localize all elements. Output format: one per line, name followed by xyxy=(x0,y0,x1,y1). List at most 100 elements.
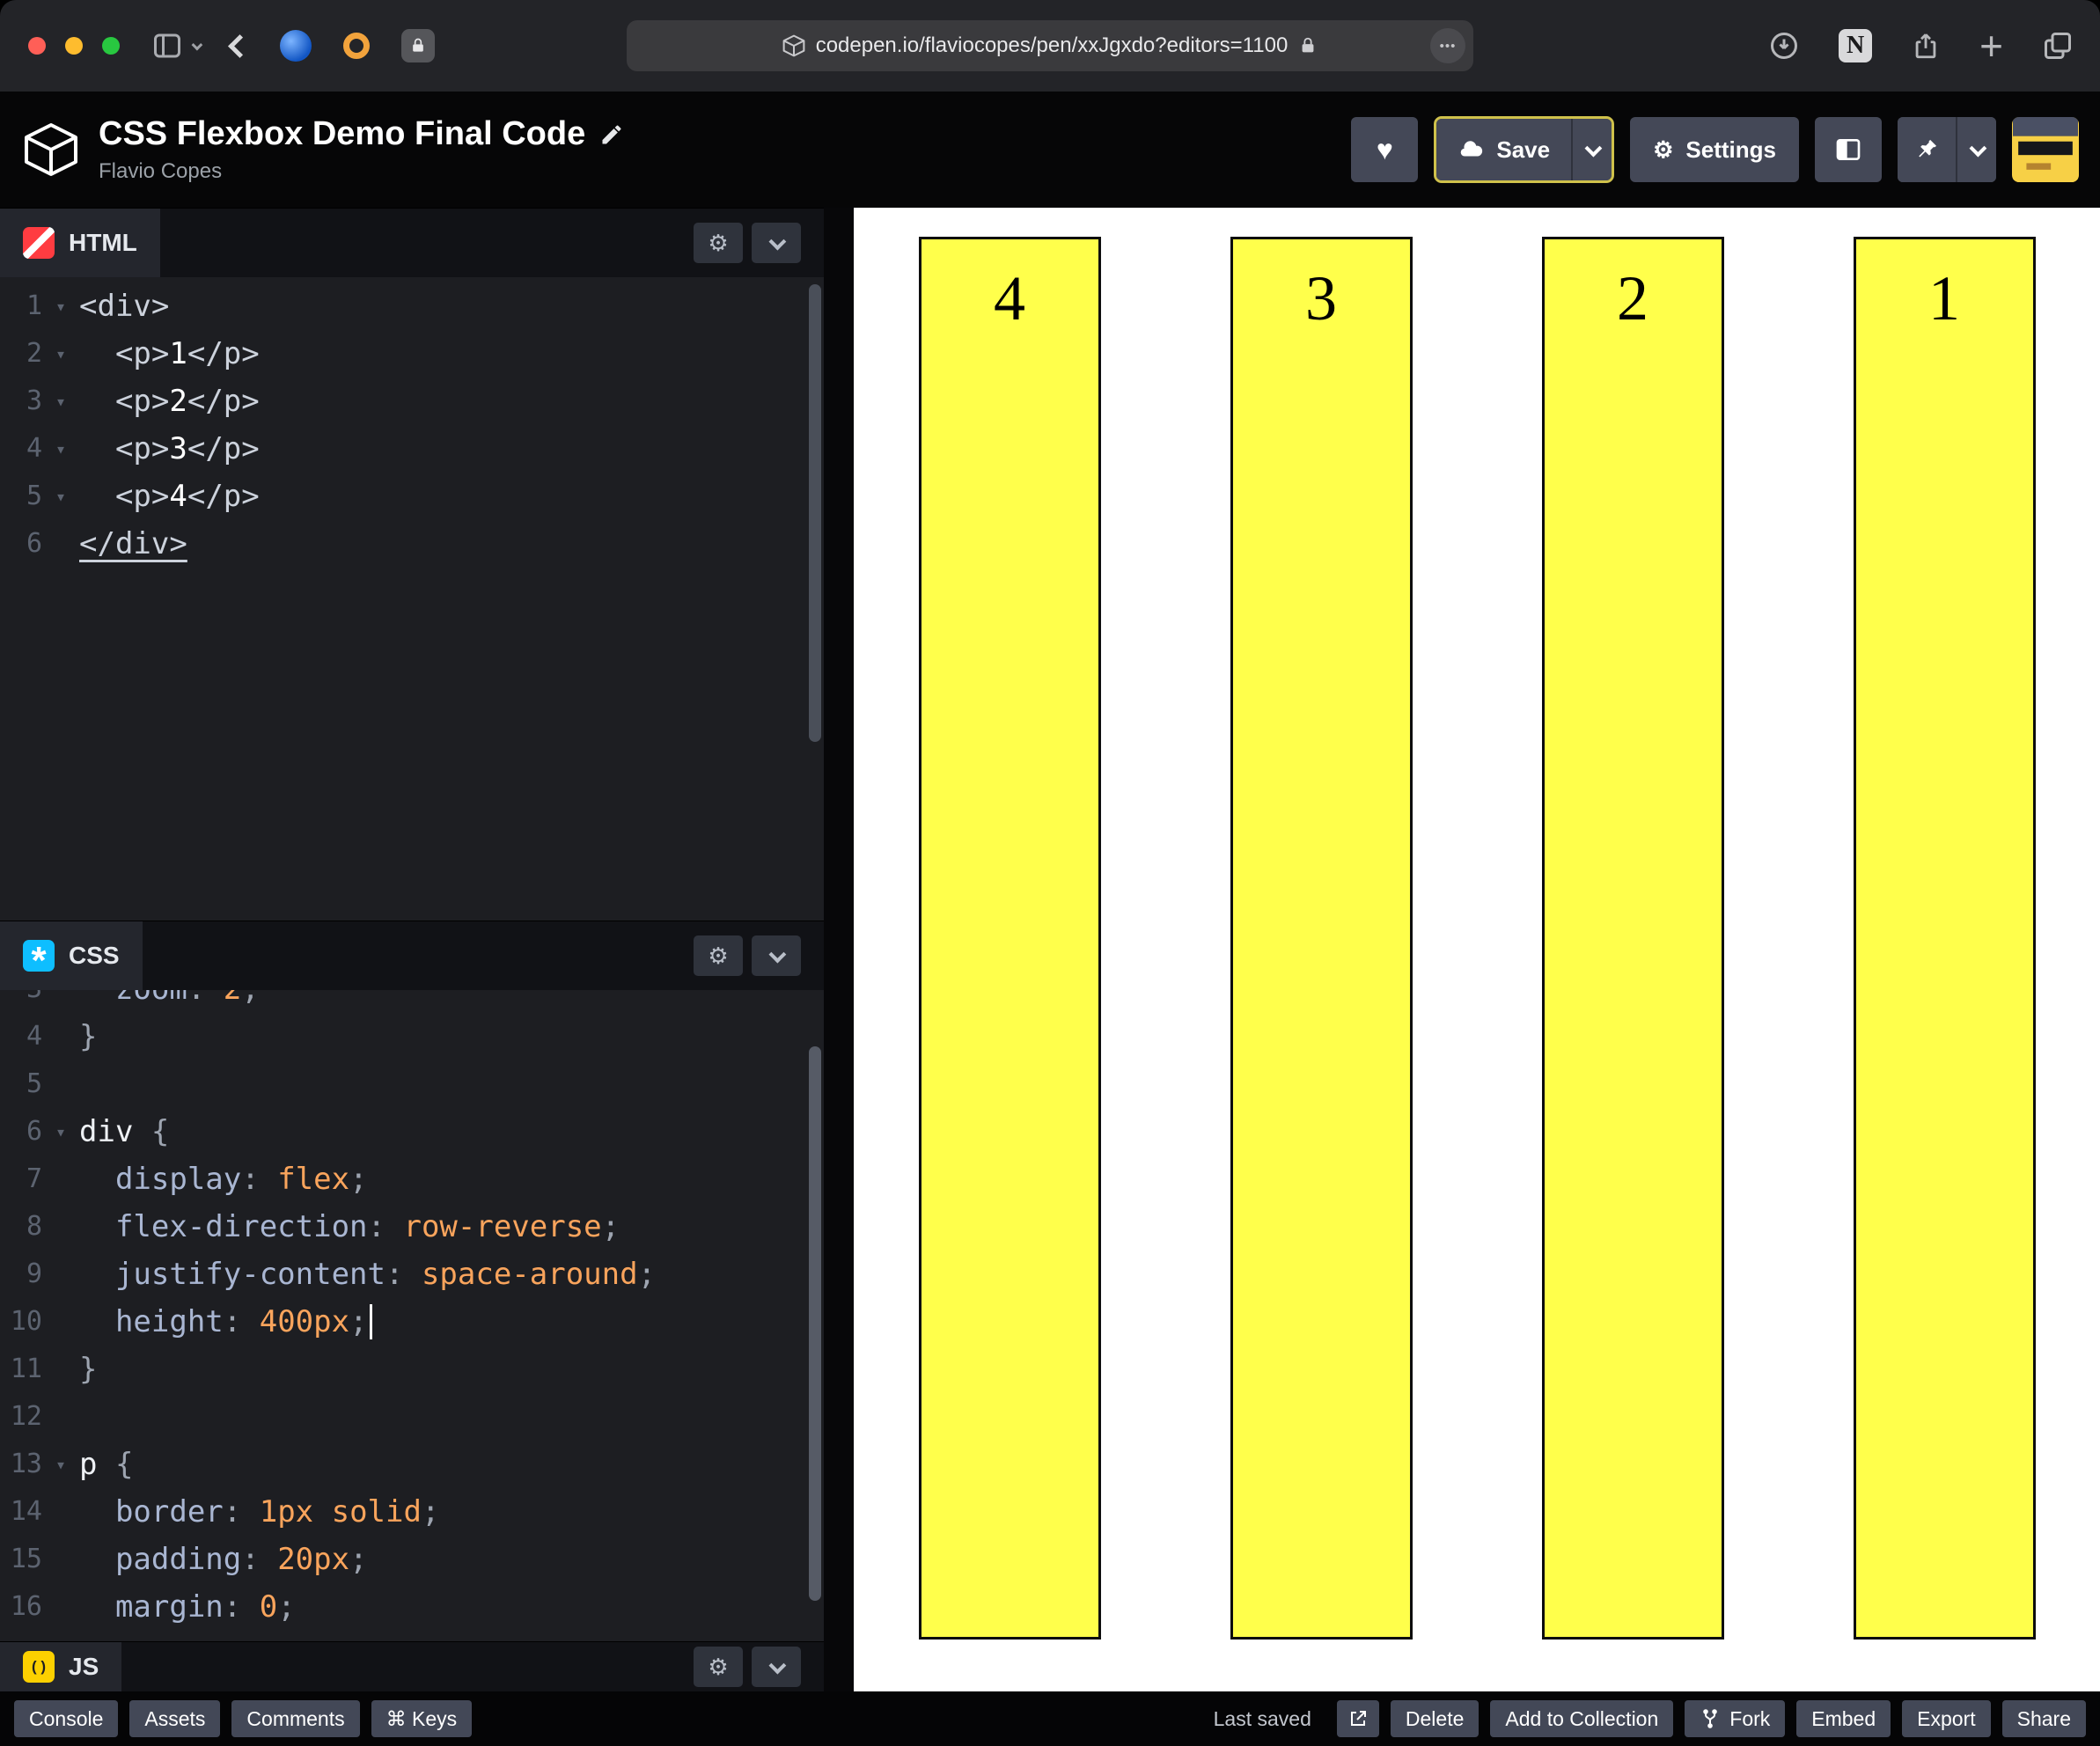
css-editor-settings-button[interactable]: ⚙ xyxy=(694,935,743,976)
keys-button[interactable]: ⌘ Keys xyxy=(371,1700,473,1737)
line-number: 3 xyxy=(0,990,42,1013)
export-button[interactable]: Export xyxy=(1902,1700,1991,1737)
code-text: flex-direction: row-reverse; xyxy=(114,1209,620,1244)
downloads-button[interactable] xyxy=(1768,30,1800,62)
open-external-button[interactable] xyxy=(1336,1700,1379,1737)
address-bar[interactable]: codepen.io/flaviocopes/pen/xxJgxdo?edito… xyxy=(627,20,1473,71)
zoom-window-button[interactable] xyxy=(102,37,120,55)
edit-title-icon[interactable] xyxy=(599,122,624,147)
layout-icon xyxy=(1836,139,1861,160)
share-button[interactable]: Share xyxy=(2001,1700,2086,1737)
assets-button[interactable]: Assets xyxy=(129,1700,221,1737)
pin-options-button[interactable] xyxy=(1956,117,1996,182)
html-collapse-button[interactable] xyxy=(752,223,801,263)
comments-button[interactable]: Comments xyxy=(231,1700,360,1737)
fold-arrow-icon[interactable]: ▾ xyxy=(42,1441,79,1488)
fold-arrow-icon[interactable]: ▾ xyxy=(42,473,79,520)
html-code-editor[interactable]: 1 ▾ <div> 2 ▾ <p>1</p> 3 ▾ <p>2</p> 4 ▾ <p>3</p>… xyxy=(0,277,824,921)
change-view-button[interactable] xyxy=(1815,117,1882,182)
line-number: 6 xyxy=(26,1116,42,1147)
line-number: 1 xyxy=(26,290,42,321)
pen-title-block: CSS Flexbox Demo Final Code Flavio Copes xyxy=(99,115,624,184)
delete-button[interactable]: Delete xyxy=(1390,1700,1480,1737)
save-options-button[interactable] xyxy=(1571,119,1612,180)
line-number: 9 xyxy=(26,1258,42,1289)
text-cursor xyxy=(369,1304,372,1339)
ellipsis-icon: ••• xyxy=(1439,38,1457,54)
tab-css[interactable]: CSS xyxy=(0,921,143,990)
back-button[interactable] xyxy=(228,33,252,58)
css-editor-scrollbar[interactable] xyxy=(809,1046,821,1601)
code-line: 6 </div> xyxy=(0,520,824,568)
codepen-favicon xyxy=(782,34,805,57)
editor-column: HTML ⚙ 1 ▾ <div> 2 ▾ <p>1</p> 3 ▾ <p>2</p> 4 ▾ <… xyxy=(0,208,824,1691)
css-code-editor[interactable]: 3 zoom: 2;4}56▾div {7 display: flex;8 fl… xyxy=(0,990,824,1641)
browser-nav xyxy=(151,29,435,62)
last-saved-status: Last saved xyxy=(1213,1706,1311,1730)
console-button[interactable]: Console xyxy=(14,1700,119,1737)
line-number: 6 xyxy=(26,528,42,559)
page-options-button[interactable]: ••• xyxy=(1430,28,1465,63)
code-line: 4 ▾ <p>3</p> xyxy=(0,425,824,473)
new-tab-button[interactable]: + xyxy=(1979,26,2003,66)
pin-button[interactable] xyxy=(1898,117,1956,182)
fold-arrow-icon[interactable]: ▾ xyxy=(42,1108,79,1155)
css-collapse-button[interactable] xyxy=(752,935,801,976)
fold-arrow-icon[interactable]: ▾ xyxy=(42,378,79,425)
code-text: </div> xyxy=(79,526,187,561)
html-editor-settings-button[interactable]: ⚙ xyxy=(694,223,743,263)
html-tab-label: HTML xyxy=(69,229,137,256)
js-collapse-button[interactable] xyxy=(752,1647,801,1687)
like-button[interactable]: ♥ xyxy=(1351,117,1419,182)
fold-arrow-icon[interactable]: ▾ xyxy=(42,282,79,330)
close-window-button[interactable] xyxy=(28,37,46,55)
pen-author[interactable]: Flavio Copes xyxy=(99,159,624,184)
chevron-down-icon xyxy=(1969,139,1987,158)
code-text: p { xyxy=(79,1447,134,1482)
code-line: 11} xyxy=(0,1346,824,1393)
js-editor-settings-button[interactable]: ⚙ xyxy=(694,1647,743,1687)
embed-button[interactable]: Embed xyxy=(1796,1700,1891,1737)
pin-button-group xyxy=(1898,117,1996,182)
html-icon xyxy=(23,227,55,259)
user-avatar[interactable] xyxy=(2012,117,2079,182)
js-panel-header: JS ⚙ xyxy=(0,1641,824,1691)
tab-js[interactable]: JS xyxy=(0,1642,122,1691)
share-button[interactable] xyxy=(1911,31,1941,61)
extension-icon[interactable] xyxy=(401,29,435,62)
extension-icon[interactable] xyxy=(280,30,312,62)
fold-arrow-icon[interactable]: ▾ xyxy=(42,425,79,473)
extension-icon[interactable] xyxy=(343,33,370,59)
sidebar-toggle[interactable] xyxy=(151,30,203,62)
flex-item-4: 4 xyxy=(918,237,1101,1640)
gear-icon: ⚙ xyxy=(708,942,729,969)
chevron-down-icon xyxy=(1584,139,1603,158)
code-line: 10 height: 400px; xyxy=(0,1298,824,1346)
fork-button[interactable]: Fork xyxy=(1685,1700,1786,1737)
notion-extension-button[interactable]: N xyxy=(1839,29,1873,62)
avatar-image xyxy=(2013,117,2078,182)
minimize-window-button[interactable] xyxy=(65,37,83,55)
add-to-collection-button[interactable]: Add to Collection xyxy=(1490,1700,1674,1737)
save-button[interactable]: Save xyxy=(1436,119,1572,180)
pen-title: CSS Flexbox Demo Final Code xyxy=(99,115,586,152)
line-number: 11 xyxy=(10,1354,42,1384)
tab-overview-button[interactable] xyxy=(2042,30,2074,62)
code-text: <p>2</p> xyxy=(114,384,260,419)
codepen-logo[interactable] xyxy=(23,121,79,178)
code-text: padding: 20px; xyxy=(114,1542,368,1577)
fold-arrow-icon[interactable]: ▾ xyxy=(42,330,79,378)
html-editor-scrollbar[interactable] xyxy=(809,284,821,742)
code-line: 13 ▾ p { xyxy=(0,1441,824,1488)
code-text: border: 1px solid; xyxy=(114,1494,440,1530)
flex-item-1: 1 xyxy=(1853,237,2036,1640)
code-text: <p>1</p> xyxy=(114,336,260,371)
pushpin-icon xyxy=(1919,139,1937,158)
tab-html[interactable]: HTML xyxy=(0,209,160,277)
settings-button[interactable]: ⚙ Settings xyxy=(1630,117,1799,182)
html-panel-header: HTML ⚙ xyxy=(0,208,824,277)
